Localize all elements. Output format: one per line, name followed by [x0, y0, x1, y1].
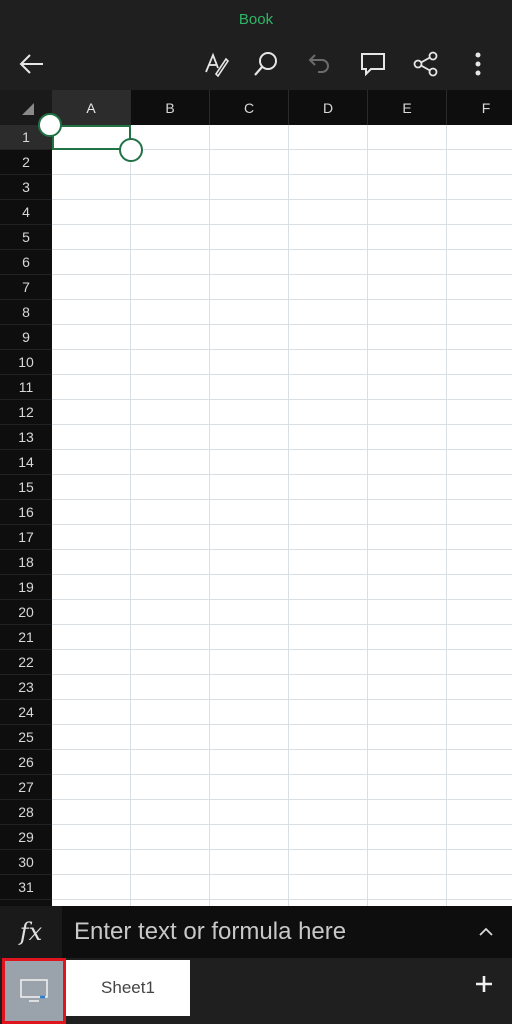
column-header-c[interactable]: C: [210, 90, 289, 125]
row-header[interactable]: 24: [0, 700, 52, 725]
undo-button[interactable]: [302, 46, 338, 82]
row-header[interactable]: 21: [0, 625, 52, 650]
row-header[interactable]: 20: [0, 600, 52, 625]
share-icon: [413, 51, 438, 77]
row-header[interactable]: 14: [0, 450, 52, 475]
row-header[interactable]: 19: [0, 575, 52, 600]
row-header[interactable]: 23: [0, 675, 52, 700]
column-headers: A B C D E F: [52, 90, 512, 125]
row-header[interactable]: 29: [0, 825, 52, 850]
row-header[interactable]: 28: [0, 800, 52, 825]
formula-input[interactable]: Enter text or formula here: [62, 906, 462, 958]
toolbar: [0, 38, 512, 90]
row-header[interactable]: 18: [0, 550, 52, 575]
formula-placeholder: Enter text or formula here: [74, 918, 347, 945]
share-button[interactable]: [408, 46, 444, 82]
row-header[interactable]: 13: [0, 425, 52, 450]
comment-icon: [361, 53, 385, 77]
sheet-view-button[interactable]: [2, 958, 66, 1024]
workbook-title: Book: [238, 10, 274, 28]
selection-handle-top-left[interactable]: [38, 113, 62, 137]
row-headers: 1 2 3 4 5 6 7 8 9 10 11 12 13 14 15 16 1…: [0, 125, 52, 906]
back-arrow-icon: [19, 54, 43, 74]
sheet-tab-label: Sheet1: [101, 978, 155, 997]
spreadsheet-app: Book A B C D E F 1 2 3 4 5 6 7 8 9 10 11…: [0, 0, 512, 1024]
column-header-a[interactable]: A: [52, 90, 131, 125]
formula-bar: fx Enter text or formula here: [0, 906, 512, 958]
row-header[interactable]: 30: [0, 850, 52, 875]
row-header[interactable]: 2: [0, 150, 52, 175]
spreadsheet-grid: A B C D E F 1 2 3 4 5 6 7 8 9 10 11 12 1…: [0, 90, 512, 906]
fx-label: fx: [19, 918, 43, 946]
more-vertical-icon: [475, 52, 481, 76]
row-header[interactable]: 25: [0, 725, 52, 750]
back-button[interactable]: [14, 46, 50, 82]
cell-area[interactable]: [52, 125, 512, 906]
row-header[interactable]: 16: [0, 500, 52, 525]
add-sheet-button[interactable]: [470, 970, 498, 998]
draw-button[interactable]: [198, 46, 234, 82]
row-header[interactable]: 4: [0, 200, 52, 225]
row-header[interactable]: 12: [0, 400, 52, 425]
undo-icon: [308, 54, 329, 73]
title-bar: Book: [0, 0, 512, 38]
comment-button[interactable]: [355, 46, 391, 82]
row-header[interactable]: 17: [0, 525, 52, 550]
chevron-up-icon: [479, 927, 493, 936]
row-header[interactable]: 6: [0, 250, 52, 275]
draw-pen-icon: [205, 52, 230, 78]
row-header[interactable]: 9: [0, 325, 52, 350]
selection-handle-bottom-right[interactable]: [119, 138, 143, 162]
row-header[interactable]: 15: [0, 475, 52, 500]
expand-formula-button[interactable]: [474, 920, 498, 944]
sheet-tab-sheet1[interactable]: Sheet1: [66, 960, 190, 1016]
row-header[interactable]: 22: [0, 650, 52, 675]
row-header[interactable]: 8: [0, 300, 52, 325]
row-header[interactable]: 3: [0, 175, 52, 200]
column-header-f[interactable]: F: [447, 90, 512, 125]
plus-icon: [476, 976, 492, 992]
screen-view-icon: [20, 979, 48, 1002]
column-header-e[interactable]: E: [368, 90, 447, 125]
row-header[interactable]: 11: [0, 375, 52, 400]
row-header[interactable]: 5: [0, 225, 52, 250]
column-header-d[interactable]: D: [289, 90, 368, 125]
column-header-b[interactable]: B: [131, 90, 210, 125]
row-header[interactable]: 31: [0, 875, 52, 900]
sheet-tabs-bar: Sheet1: [0, 958, 512, 1024]
row-header[interactable]: 27: [0, 775, 52, 800]
search-icon: [254, 52, 277, 76]
row-header[interactable]: 10: [0, 350, 52, 375]
row-header[interactable]: 7: [0, 275, 52, 300]
more-options-button[interactable]: [460, 46, 496, 82]
row-header[interactable]: 26: [0, 750, 52, 775]
function-button[interactable]: fx: [0, 906, 62, 958]
search-button[interactable]: [248, 46, 284, 82]
